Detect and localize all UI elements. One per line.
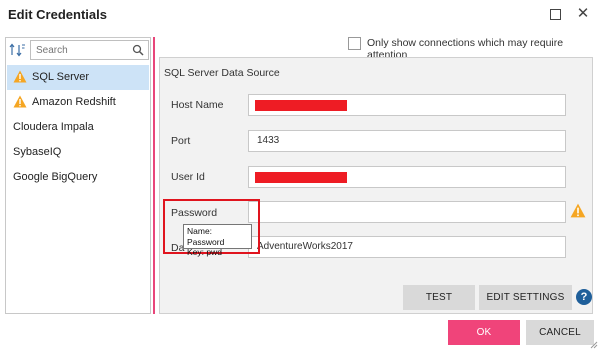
password-field[interactable] xyxy=(248,201,566,223)
list-item-google-bigquery[interactable]: Google BigQuery xyxy=(7,165,149,190)
ok-button[interactable]: OK xyxy=(448,320,520,345)
connection-list-panel: SQL Server Amazon Redshift Cloudera Impa… xyxy=(5,37,151,314)
user-id-label: User Id xyxy=(171,171,205,183)
title-bar: Edit Credentials ✕ xyxy=(0,0,600,30)
redaction-bar xyxy=(255,172,347,183)
connection-list: SQL Server Amazon Redshift Cloudera Impa… xyxy=(7,65,149,190)
list-item-label: SybaseIQ xyxy=(13,146,62,158)
tooltip-key-line: Key: pwd xyxy=(187,247,222,257)
password-warning-icon xyxy=(570,203,586,218)
warning-icon xyxy=(13,95,27,108)
list-item-amazon-redshift[interactable]: Amazon Redshift xyxy=(7,90,149,115)
list-item-sybaseiq[interactable]: SybaseIQ xyxy=(7,140,149,165)
maximize-icon[interactable] xyxy=(547,6,563,22)
data-source-title: SQL Server Data Source xyxy=(164,67,280,79)
port-label: Port xyxy=(171,135,191,147)
host-name-field[interactable] xyxy=(248,94,566,116)
list-item-cloudera-impala[interactable]: Cloudera Impala xyxy=(7,115,149,140)
warning-icon xyxy=(13,70,27,83)
data-source-panel: SQL Server Data Source Host Name Port 14… xyxy=(159,57,593,314)
window-title: Edit Credentials xyxy=(8,7,107,22)
list-item-label: Amazon Redshift xyxy=(32,96,116,108)
cancel-button[interactable]: CANCEL xyxy=(526,320,594,345)
search-box[interactable] xyxy=(30,40,149,60)
list-item-label: Cloudera Impala xyxy=(13,121,94,133)
sort-icon[interactable] xyxy=(8,41,26,59)
resize-grip-icon[interactable] xyxy=(589,340,598,349)
panel-splitter[interactable] xyxy=(153,37,155,314)
help-icon[interactable]: ? xyxy=(576,289,592,305)
edit-settings-button[interactable]: EDIT SETTINGS xyxy=(479,285,572,310)
tooltip-name-line: Name: Password xyxy=(187,226,225,247)
user-id-field[interactable] xyxy=(248,166,566,188)
attention-only-checkbox[interactable] xyxy=(348,37,361,50)
test-button[interactable]: TEST xyxy=(403,285,475,310)
list-item-sql-server[interactable]: SQL Server xyxy=(7,65,149,90)
password-tooltip: Name: Password Key: pwd xyxy=(183,224,252,257)
list-item-label: SQL Server xyxy=(32,71,90,83)
search-input[interactable] xyxy=(36,43,131,57)
database-field[interactable]: AdventureWorks2017 xyxy=(248,236,566,258)
sort-icon-graphic xyxy=(9,43,25,57)
close-icon[interactable]: ✕ xyxy=(575,6,591,22)
port-field[interactable]: 1433 xyxy=(248,130,566,152)
search-icon[interactable] xyxy=(132,44,144,56)
redaction-bar xyxy=(255,100,347,111)
host-name-label: Host Name xyxy=(171,99,224,111)
list-item-label: Google BigQuery xyxy=(13,171,98,183)
